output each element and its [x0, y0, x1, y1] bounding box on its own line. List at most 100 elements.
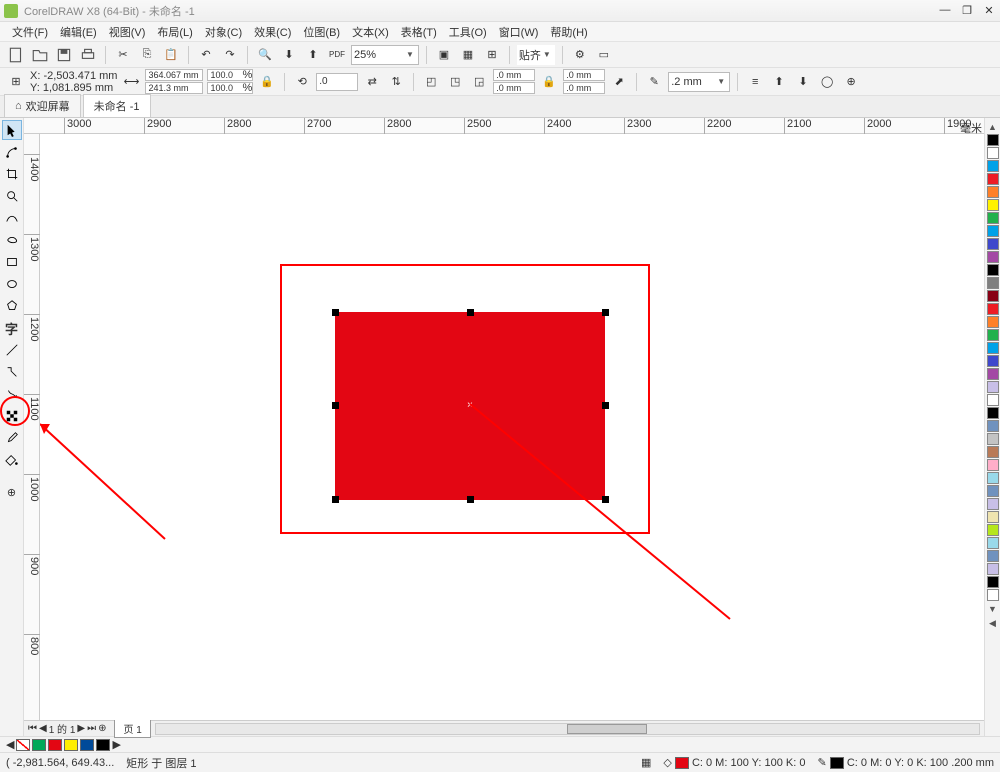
minimize-button[interactable]: —	[938, 4, 952, 17]
selection-handle-nw[interactable]	[332, 309, 339, 316]
corner3-button[interactable]: ◲	[469, 72, 489, 92]
drawing-canvas[interactable]: ×	[40, 134, 984, 720]
grid-button[interactable]: ▦	[458, 45, 478, 65]
palette-down-button[interactable]: ▼	[988, 602, 997, 616]
menu-file[interactable]: 文件(F)	[6, 24, 54, 40]
doc-color-swatch[interactable]	[48, 739, 62, 751]
new-button[interactable]	[6, 45, 26, 65]
zoom-tool[interactable]	[2, 186, 22, 206]
open-button[interactable]	[30, 45, 50, 65]
color-swatch[interactable]	[987, 199, 999, 211]
search-button[interactable]: 🔍	[255, 45, 275, 65]
zoom-dropdown[interactable]: ▼	[351, 45, 419, 65]
page-tab[interactable]: 页 1	[114, 719, 150, 738]
color-swatch[interactable]	[987, 472, 999, 484]
vertical-ruler[interactable]: 1400 1300 1200 1100 1000 900 800	[24, 134, 40, 720]
back-button[interactable]: ⬇	[793, 72, 813, 92]
artistic-media-tool[interactable]	[2, 230, 22, 250]
cut-button[interactable]: ✂	[113, 45, 133, 65]
front-button[interactable]: ⬆	[769, 72, 789, 92]
parallel-dim-tool[interactable]	[2, 340, 22, 360]
corner2-button[interactable]: ◳	[445, 72, 465, 92]
scalex-input[interactable]	[208, 70, 242, 80]
scaley-input[interactable]	[208, 83, 242, 93]
color-swatch[interactable]	[987, 251, 999, 263]
height-input[interactable]	[146, 83, 202, 93]
corner1-button[interactable]: ◰	[421, 72, 441, 92]
color-swatch[interactable]	[987, 589, 999, 601]
print-button[interactable]	[78, 45, 98, 65]
outline-width-dropdown[interactable]: ▼	[668, 72, 730, 92]
selection-handle-n[interactable]	[467, 309, 474, 316]
horizontal-ruler[interactable]: 3000 2900 2800 2700 2800 2500 2400 2300 …	[24, 118, 984, 134]
crop-tool[interactable]	[2, 164, 22, 184]
zoom-input[interactable]	[354, 47, 404, 63]
save-button[interactable]	[54, 45, 74, 65]
connector-tool[interactable]	[2, 362, 22, 382]
h-scrollbar[interactable]	[155, 723, 980, 735]
shape-tool[interactable]	[2, 142, 22, 162]
palette-prev-button[interactable]: ◀	[6, 738, 14, 751]
export-button[interactable]: ⬆	[303, 45, 323, 65]
quick-customize-button[interactable]: ⊕	[2, 482, 22, 502]
lock-corner-button[interactable]: 🔒	[539, 72, 559, 92]
prev-page-button[interactable]: ◀	[39, 723, 47, 734]
no-color-swatch[interactable]	[16, 739, 30, 751]
freehand-tool[interactable]	[2, 208, 22, 228]
undo-button[interactable]: ↶	[196, 45, 216, 65]
lock-ratio-button[interactable]: 🔒	[257, 72, 277, 92]
color-swatch[interactable]	[987, 511, 999, 523]
polygon-tool[interactable]	[2, 296, 22, 316]
outline-indicator[interactable]: ✎ C: 0 M: 0 Y: 0 K: 100 .200 mm	[818, 756, 995, 769]
color-swatch[interactable]	[987, 160, 999, 172]
drop-shadow-tool[interactable]	[2, 384, 22, 404]
menu-window[interactable]: 窗口(W)	[493, 24, 545, 40]
color-swatch[interactable]	[987, 173, 999, 185]
guides-button[interactable]: ⊞	[482, 45, 502, 65]
import-button[interactable]: ⬇	[279, 45, 299, 65]
copy-button[interactable]: ⎘	[137, 45, 157, 65]
add-button[interactable]: ⊕	[841, 72, 861, 92]
wrap-text-button[interactable]: ≡	[745, 72, 765, 92]
color-swatch[interactable]	[987, 212, 999, 224]
pdf-button[interactable]: PDF	[327, 45, 347, 65]
h-scroll-thumb[interactable]	[567, 724, 647, 734]
color-swatch[interactable]	[987, 225, 999, 237]
doc-color-swatch[interactable]	[32, 739, 46, 751]
color-swatch[interactable]	[987, 459, 999, 471]
options-button[interactable]: ⚙	[570, 45, 590, 65]
menu-text[interactable]: 文本(X)	[346, 24, 395, 40]
color-swatch[interactable]	[987, 563, 999, 575]
menu-layout[interactable]: 布局(L)	[151, 24, 198, 40]
fullscreen-button[interactable]: ▣	[434, 45, 454, 65]
color-swatch[interactable]	[987, 433, 999, 445]
selection-handle-se[interactable]	[602, 496, 609, 503]
selection-handle-ne[interactable]	[602, 309, 609, 316]
corner-y2-input[interactable]	[564, 83, 604, 93]
selection-handle-s[interactable]	[467, 496, 474, 503]
menu-help[interactable]: 帮助(H)	[544, 24, 593, 40]
paste-button[interactable]: 📋	[161, 45, 181, 65]
menu-bitmap[interactable]: 位图(B)	[297, 24, 346, 40]
color-swatch[interactable]	[987, 381, 999, 393]
fill-indicator[interactable]: ◇ C: 0 M: 100 Y: 100 K: 0	[663, 756, 805, 769]
color-swatch[interactable]	[987, 329, 999, 341]
eyedropper-tool[interactable]	[2, 428, 22, 448]
selection-handle-e[interactable]	[602, 402, 609, 409]
palette-next-button[interactable]: ▶	[112, 738, 120, 751]
color-swatch[interactable]	[987, 147, 999, 159]
color-swatch[interactable]	[987, 316, 999, 328]
color-swatch[interactable]	[987, 485, 999, 497]
mirror-h-button[interactable]: ⇄	[362, 72, 382, 92]
fill-tool[interactable]	[2, 450, 22, 470]
ellipse-tool[interactable]	[2, 274, 22, 294]
text-tool[interactable]: 字	[2, 318, 22, 338]
launch-button[interactable]: ▭	[594, 45, 614, 65]
color-swatch[interactable]	[987, 524, 999, 536]
color-swatch[interactable]	[987, 537, 999, 549]
width-input[interactable]	[146, 70, 202, 80]
color-swatch[interactable]	[987, 498, 999, 510]
color-swatch[interactable]	[987, 303, 999, 315]
color-swatch[interactable]	[987, 550, 999, 562]
color-swatch[interactable]	[987, 290, 999, 302]
